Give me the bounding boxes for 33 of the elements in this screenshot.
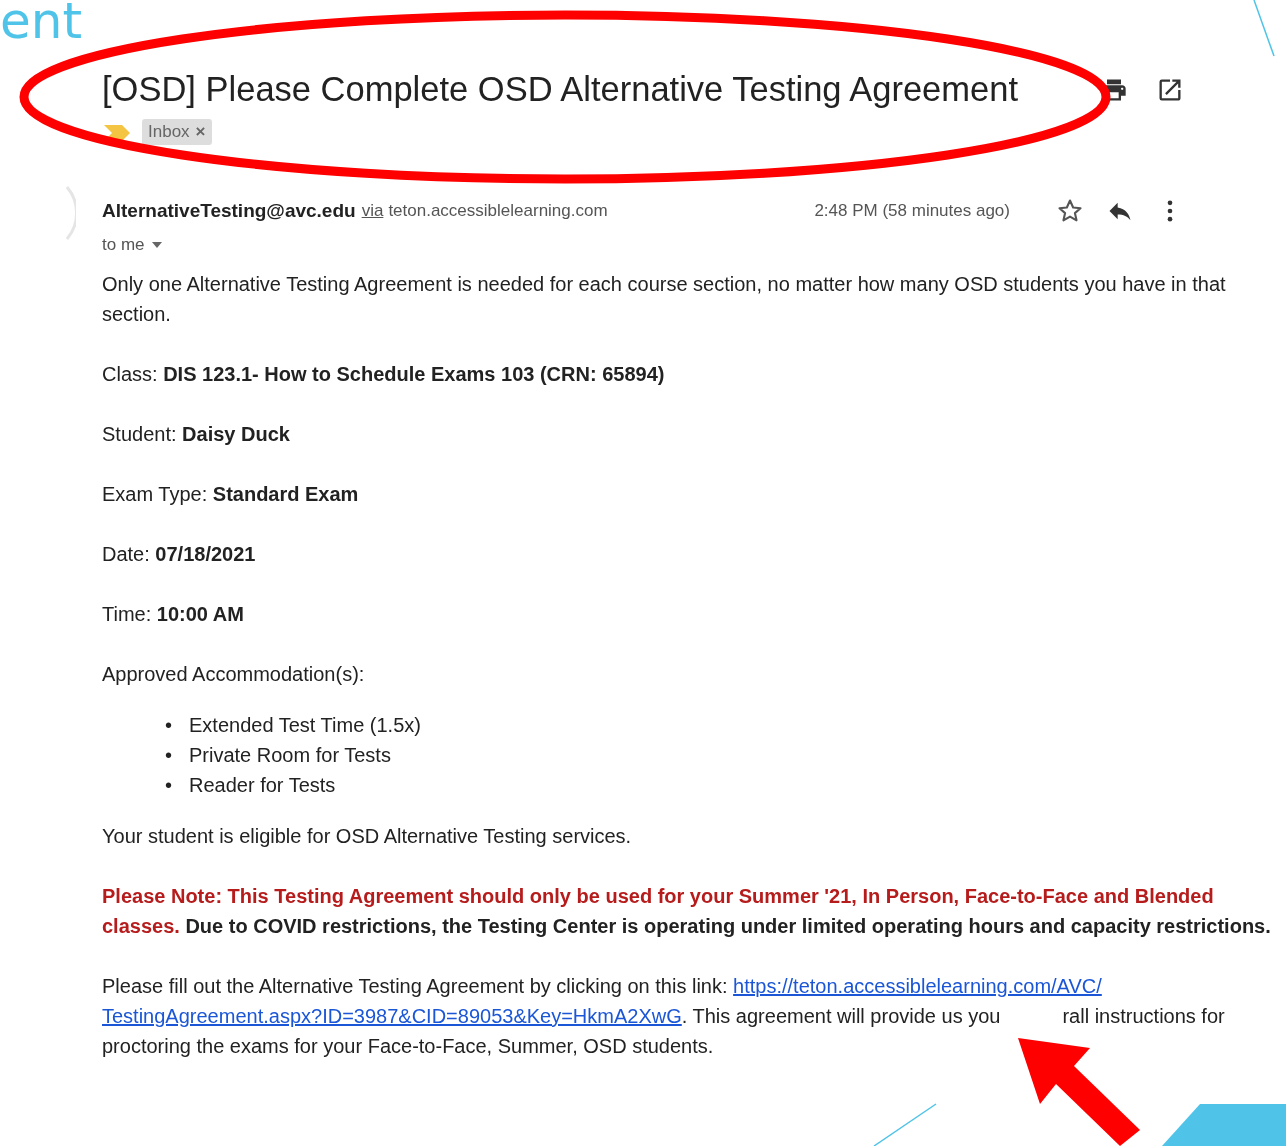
agreement-link[interactable]: https://teton.accessiblelearning.com/AVC/	[733, 975, 1102, 997]
avatar	[66, 185, 76, 241]
email-time: 2:48 PM (58 minutes ago)	[814, 201, 1010, 221]
label-chip[interactable]: Inbox ×	[142, 119, 212, 145]
sender-domain: teton.accessiblelearning.com	[388, 201, 609, 221]
recipient-dropdown[interactable]: to me	[102, 235, 163, 255]
bullet: •	[165, 743, 173, 768]
accommodation-item: Extended Test Time (1.5x)	[189, 713, 421, 738]
bullet: •	[165, 773, 173, 798]
agreement-link[interactable]: TestingAgreement.aspx?ID=3987&CID=89053&Key=HkmA2XwG	[102, 1005, 682, 1027]
slide-title: ent	[0, 0, 83, 46]
eligibility-text: Your student is eligible for OSD Alternative Testing services.	[102, 824, 633, 849]
instruction-text: Please fill out the Alternative Testing Agreement by clicking on this link:	[102, 975, 728, 997]
decorative-line	[872, 1102, 938, 1146]
field-line: Date: 07/18/2021	[102, 542, 257, 567]
field-line: Exam Type: Standard Exam	[102, 482, 360, 507]
instruction-text: . This agreement will provide us you	[681, 1005, 1001, 1027]
field-line: Class: DIS 123.1- How to Schedule Exams 103 (CRN: 65894)	[102, 362, 666, 387]
importance-marker-icon[interactable]	[104, 123, 132, 141]
instruction-text: rall instructions for	[1062, 1005, 1225, 1027]
accommodation-item: Private Room for Tests	[189, 743, 391, 768]
via-link[interactable]: via	[361, 201, 384, 221]
instruction-text: proctoring the exams for your Face-to-Face, Summer, OSD students.	[102, 1034, 715, 1059]
caret-icon[interactable]	[150, 241, 163, 249]
sender-address: AlternativeTesting@avc.edu	[102, 200, 356, 222]
field-line: Time: 10:00 AM	[102, 602, 245, 627]
field-line: Student: Daisy Duck	[102, 422, 291, 447]
accommodation-item: Reader for Tests	[189, 773, 336, 798]
accommodations-heading: Approved Accommodation(s):	[102, 662, 366, 687]
bullet: •	[165, 713, 173, 738]
intro-paragraph: Only one Alternative Testing Agreement is needed for each course section, no matter how many OSD students you have in that section.	[102, 272, 1227, 327]
note-paragraph: Please Note: This Testing Agreement should only be used for your Summer '21, In Person, Face-to-Face and Blended classes. Due to COVID restrictions, the Testing Center is operating under limited operating hours and capacity restrictions.	[102, 884, 1272, 939]
email-subject: [OSD] Please Complete OSD Alternative Testing Agreement	[102, 70, 1019, 109]
